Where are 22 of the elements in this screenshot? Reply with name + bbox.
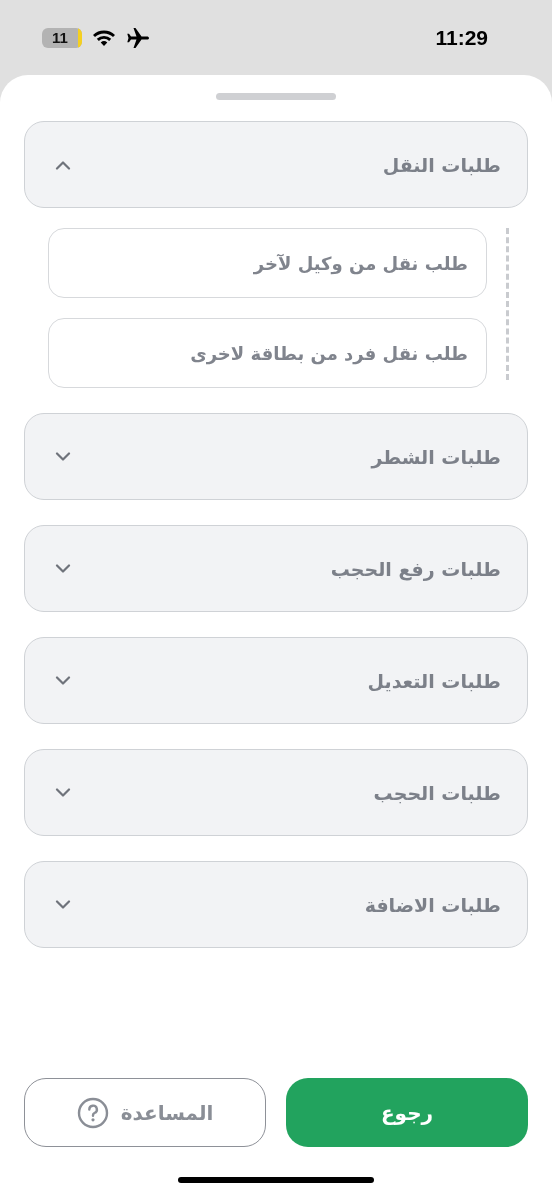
- section-header[interactable]: طلبات رفع الحجب: [24, 525, 528, 612]
- section-header[interactable]: طلبات التعديل: [24, 637, 528, 724]
- chevron-down-icon: [55, 451, 71, 462]
- wifi-icon: [92, 28, 116, 47]
- sheet-grabber[interactable]: [216, 93, 336, 100]
- question-circle-icon: [76, 1096, 109, 1129]
- battery-level: 11: [51, 29, 68, 46]
- help-button[interactable]: المساعدة: [24, 1078, 266, 1147]
- section-header[interactable]: طلبات الحجب: [24, 749, 528, 836]
- section-header[interactable]: طلبات الاضافة: [24, 861, 528, 948]
- airplane-icon: [126, 26, 150, 49]
- chevron-down-icon: [55, 675, 71, 686]
- back-button[interactable]: رجوع: [286, 1078, 528, 1147]
- request-option[interactable]: طلب نقل فرد من بطاقة لاخرى: [48, 318, 487, 388]
- chevron-down-icon: [55, 563, 71, 574]
- section-header[interactable]: طلبات الشطر: [24, 413, 528, 500]
- section-header[interactable]: طلبات النقل: [24, 121, 528, 208]
- chevron-down-icon: [55, 787, 71, 798]
- clock-time: 11:29: [435, 25, 488, 50]
- chevron-up-icon: [55, 159, 71, 170]
- chevron-down-icon: [55, 899, 71, 910]
- request-option[interactable]: طلب نقل من وكيل لآخر: [48, 228, 487, 298]
